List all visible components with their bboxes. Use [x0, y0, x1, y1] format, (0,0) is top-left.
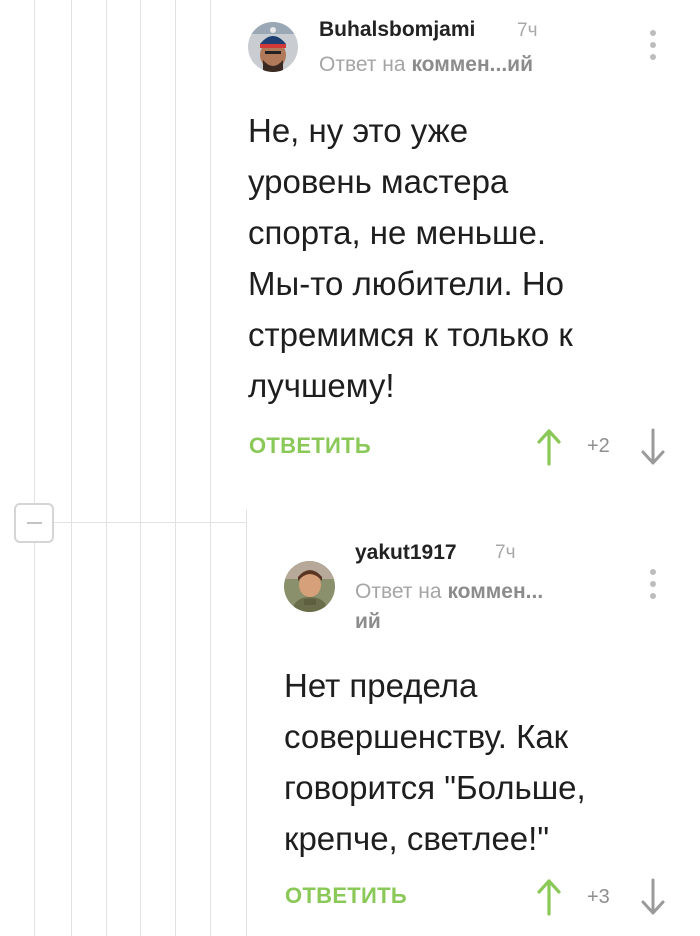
username[interactable]: Buhalsbomjami: [319, 18, 475, 42]
comment-text: Не, ну это уже уровень мастера спорта, н…: [248, 105, 573, 411]
arrow-down-icon: [641, 878, 665, 915]
arrow-up-icon: [537, 879, 561, 916]
thread-line: [210, 0, 211, 936]
thread-connector: [54, 522, 246, 523]
comment-text: Нет предела совершенству. Как говорится …: [284, 660, 586, 864]
text-line: лучшему!: [248, 367, 395, 404]
reply-target-continued[interactable]: ий: [355, 610, 381, 633]
arrow-up-icon: [537, 429, 561, 466]
text-line: совершенству. Как: [284, 718, 569, 755]
thread-line: [71, 0, 72, 936]
text-line: крепче, светлее!": [284, 820, 550, 857]
timestamp: 7ч: [495, 542, 516, 563]
kebab-icon: [650, 569, 656, 575]
text-line: уровень мастера: [248, 163, 509, 200]
arrow-down-icon: [641, 428, 665, 465]
reply-button[interactable]: ОТВЕТИТЬ: [249, 433, 371, 459]
thread-line: [34, 0, 35, 936]
text-line: спорта, не меньше.: [248, 214, 546, 251]
username[interactable]: yakut1917: [355, 541, 457, 565]
vote-score: +3: [587, 886, 610, 908]
thread-line: [140, 0, 141, 936]
reply-target[interactable]: коммен...: [447, 580, 543, 603]
upvote-button[interactable]: [536, 878, 562, 916]
comment-menu-button[interactable]: [643, 27, 663, 63]
text-line: Нет предела: [284, 667, 478, 704]
text-line: Мы-то любители. Но: [248, 265, 565, 302]
downvote-button[interactable]: [640, 428, 666, 466]
text-line: говорится "Больше,: [284, 769, 586, 806]
reply-prefix: Ответ на: [355, 580, 442, 603]
reply-button[interactable]: ОТВЕТИТЬ: [285, 883, 407, 909]
avatar[interactable]: [248, 22, 298, 72]
reply-to-link[interactable]: Ответ на коммен... ий: [355, 577, 605, 637]
vote-score: +2: [587, 435, 610, 457]
text-line: стремимся к только к: [248, 316, 573, 353]
thread-line: [106, 0, 107, 936]
avatar[interactable]: [284, 561, 335, 612]
upvote-button[interactable]: [536, 428, 562, 466]
kebab-icon: [650, 30, 656, 36]
reply-thread-line: [246, 510, 247, 936]
reply-target[interactable]: коммен...ий: [411, 53, 533, 76]
reply-prefix: Ответ на: [319, 53, 406, 76]
thread-line: [175, 0, 176, 936]
collapse-thread-button[interactable]: [14, 503, 54, 543]
text-line: Не, ну это уже: [248, 112, 469, 149]
reply-to-link[interactable]: Ответ на коммен...ий: [319, 53, 533, 77]
comment-menu-button[interactable]: [643, 566, 663, 602]
downvote-button[interactable]: [640, 878, 666, 916]
minus-icon: [27, 522, 42, 524]
timestamp: 7ч: [517, 20, 538, 41]
